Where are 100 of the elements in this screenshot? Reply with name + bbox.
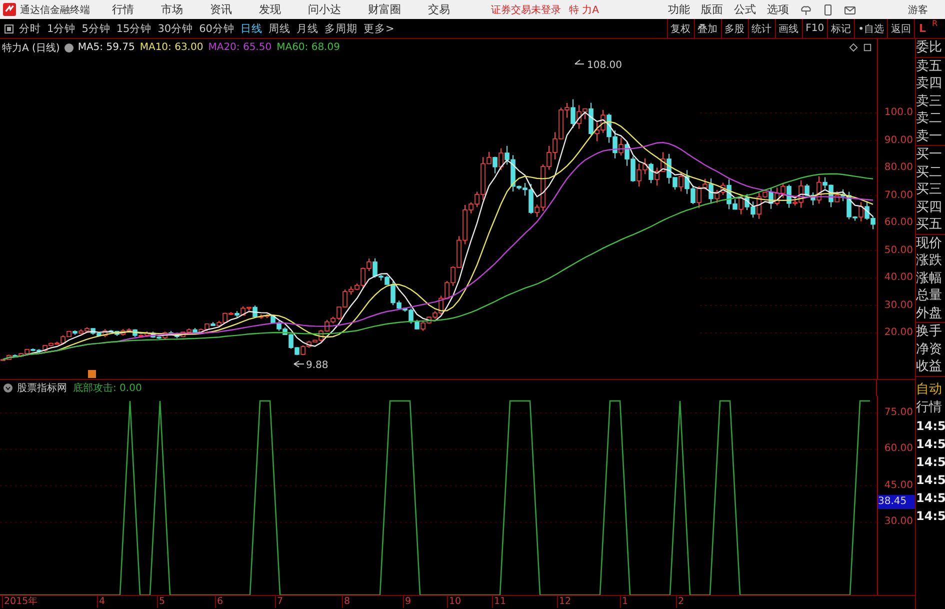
period-tab[interactable]: 15分钟 bbox=[116, 22, 152, 36]
quote-field-label: 换手 bbox=[916, 323, 943, 340]
quote-field-label: 卖二 bbox=[916, 110, 943, 128]
trade-time: 14:5 bbox=[916, 418, 945, 434]
period-tab[interactable]: 5分钟 bbox=[82, 22, 110, 36]
envelope-icon[interactable] bbox=[844, 4, 856, 16]
quote-field-label: 收益 bbox=[916, 358, 943, 376]
date-axis-label: 9 bbox=[403, 596, 412, 608]
leader-line bbox=[294, 360, 304, 368]
logo-icon bbox=[3, 3, 16, 16]
price-axis-label: 80.00 bbox=[884, 161, 913, 175]
indicator-reading: 底部攻击: 0.00 bbox=[73, 382, 142, 395]
date-axis-label: 7 bbox=[275, 596, 284, 608]
current-value-badge: 38.45 bbox=[878, 494, 915, 509]
top-menu-item[interactable]: 公式 bbox=[734, 2, 756, 17]
quote-field-label: 卖四 bbox=[916, 75, 943, 92]
price-axis-label: 90.00 bbox=[884, 134, 913, 148]
low-price-label: 9.88 bbox=[306, 360, 328, 371]
quote-field-label: 委比 bbox=[916, 39, 943, 56]
quote-field-label: 买一 bbox=[916, 146, 943, 164]
price-axis-label: 20.00 bbox=[884, 326, 913, 340]
moving-average-label: MA20: 65.50 bbox=[208, 42, 272, 53]
period-tab[interactable]: 1分钟 bbox=[47, 22, 76, 36]
period-tab[interactable]: 月线 bbox=[296, 22, 318, 36]
top-menu-item[interactable]: 版面 bbox=[701, 2, 724, 17]
indicator-axis-label: 30.00 bbox=[884, 515, 913, 530]
period-tab[interactable]: 日线 bbox=[240, 22, 262, 36]
trade-time: 14:5 bbox=[916, 472, 945, 488]
quote-field-label: 卖一 bbox=[916, 128, 943, 145]
trade-time: 14:5 bbox=[916, 436, 945, 452]
quote-field-label: 涨跌 bbox=[916, 252, 943, 270]
date-axis-label: 8 bbox=[342, 596, 350, 608]
period-tab[interactable]: 周线 bbox=[268, 22, 290, 36]
price-axis-label: 60.00 bbox=[884, 216, 913, 230]
price-axis-label: 40.00 bbox=[884, 271, 913, 285]
top-menu-item[interactable]: 功能 bbox=[668, 2, 690, 17]
quote-field-label: 卖五 bbox=[916, 58, 943, 75]
indicator-axis-label: 75.00 bbox=[884, 406, 913, 420]
corner-label[interactable]: L bbox=[919, 22, 926, 35]
quote-field-label: 卖三 bbox=[916, 92, 943, 110]
quote-field-label: 总量 bbox=[916, 287, 943, 304]
quote-field-label: 涨幅 bbox=[916, 270, 943, 287]
price-axis-label: 50.00 bbox=[884, 244, 913, 258]
top-menu-item[interactable]: 选项 bbox=[767, 2, 790, 17]
menu-item[interactable]: 市场 bbox=[161, 2, 183, 17]
quote-field-label: 买三 bbox=[916, 181, 943, 198]
circle-icon[interactable] bbox=[64, 42, 74, 52]
diamond-icon[interactable] bbox=[849, 43, 858, 52]
quote-field-label: 买五 bbox=[916, 216, 943, 234]
quote-field-label: 现价 bbox=[916, 234, 943, 252]
period-tab[interactable]: 60分钟 bbox=[199, 22, 234, 36]
moving-average-label: MA60: 68.09 bbox=[276, 42, 340, 53]
date-axis-label: 4 bbox=[97, 596, 106, 608]
quote-mode-tab[interactable]: 行情 bbox=[916, 398, 945, 416]
menu-item[interactable]: 问小达 bbox=[308, 2, 341, 17]
chart-title: 特力A (日线) bbox=[2, 42, 60, 54]
date-axis-label: 1 bbox=[620, 596, 628, 608]
menu-item[interactable]: 财富圈 bbox=[368, 2, 401, 17]
price-axis-label: 30.00 bbox=[884, 298, 913, 312]
menu-item[interactable]: 发现 bbox=[259, 2, 281, 17]
quote-mode-tab[interactable]: 自动 bbox=[916, 380, 945, 398]
chart-tool-button[interactable]: •自选 bbox=[854, 19, 887, 38]
corner-label[interactable]: R bbox=[932, 19, 938, 28]
date-axis-label: 11 bbox=[492, 596, 506, 608]
menu-item[interactable]: 行情 bbox=[112, 2, 134, 17]
indicator-name[interactable]: 股票指标网 bbox=[17, 381, 67, 395]
quote-field-label: 净资 bbox=[916, 340, 943, 358]
quote-field-label: 买四 bbox=[916, 198, 943, 216]
date-axis-label: 2 bbox=[676, 596, 684, 608]
date-axis-label: 5 bbox=[157, 596, 166, 608]
indicator-axis-label: 60.00 bbox=[884, 442, 913, 456]
stock-name: 特 力A bbox=[569, 4, 600, 16]
trade-time: 14:5 bbox=[916, 454, 945, 470]
menu-item[interactable]: 资讯 bbox=[210, 2, 232, 17]
menu-item[interactable]: 交易 bbox=[428, 2, 450, 17]
price-axis-label: 70.00 bbox=[884, 188, 913, 202]
period-tab[interactable]: 更多> bbox=[364, 22, 394, 36]
period-tab[interactable]: 30分钟 bbox=[158, 22, 194, 36]
moving-average-label: MA5: 59.75 bbox=[78, 42, 135, 53]
trade-time: 14:5 bbox=[916, 508, 945, 524]
period-tab[interactable]: 分时 bbox=[19, 22, 41, 36]
square-icon[interactable] bbox=[863, 43, 872, 52]
user-label[interactable]: 游客 bbox=[908, 2, 928, 16]
date-axis-label: 6 bbox=[215, 596, 224, 608]
quote-field-label: 买二 bbox=[916, 164, 943, 181]
trade-time: 14:5 bbox=[916, 490, 945, 506]
square-icon[interactable] bbox=[4, 24, 14, 34]
period-tab[interactable]: 多周期 bbox=[324, 22, 358, 36]
date-axis-label: 2015年 bbox=[2, 596, 38, 608]
app-title: 通达信金融终端 bbox=[20, 4, 90, 16]
high-price-label: 108.00 bbox=[587, 60, 622, 71]
date-axis-label: 10 bbox=[447, 596, 462, 608]
date-axis-label: 12 bbox=[557, 596, 572, 608]
leader-line bbox=[574, 60, 584, 64]
login-status[interactable]: 证券交易未登录 bbox=[491, 2, 561, 16]
chevron-down-icon[interactable] bbox=[3, 383, 13, 393]
marker-icon bbox=[88, 370, 96, 378]
indicator-axis-label: 45.00 bbox=[884, 478, 913, 493]
price-axis-label: 100.0 bbox=[884, 106, 913, 120]
phone-icon[interactable] bbox=[822, 4, 834, 16]
